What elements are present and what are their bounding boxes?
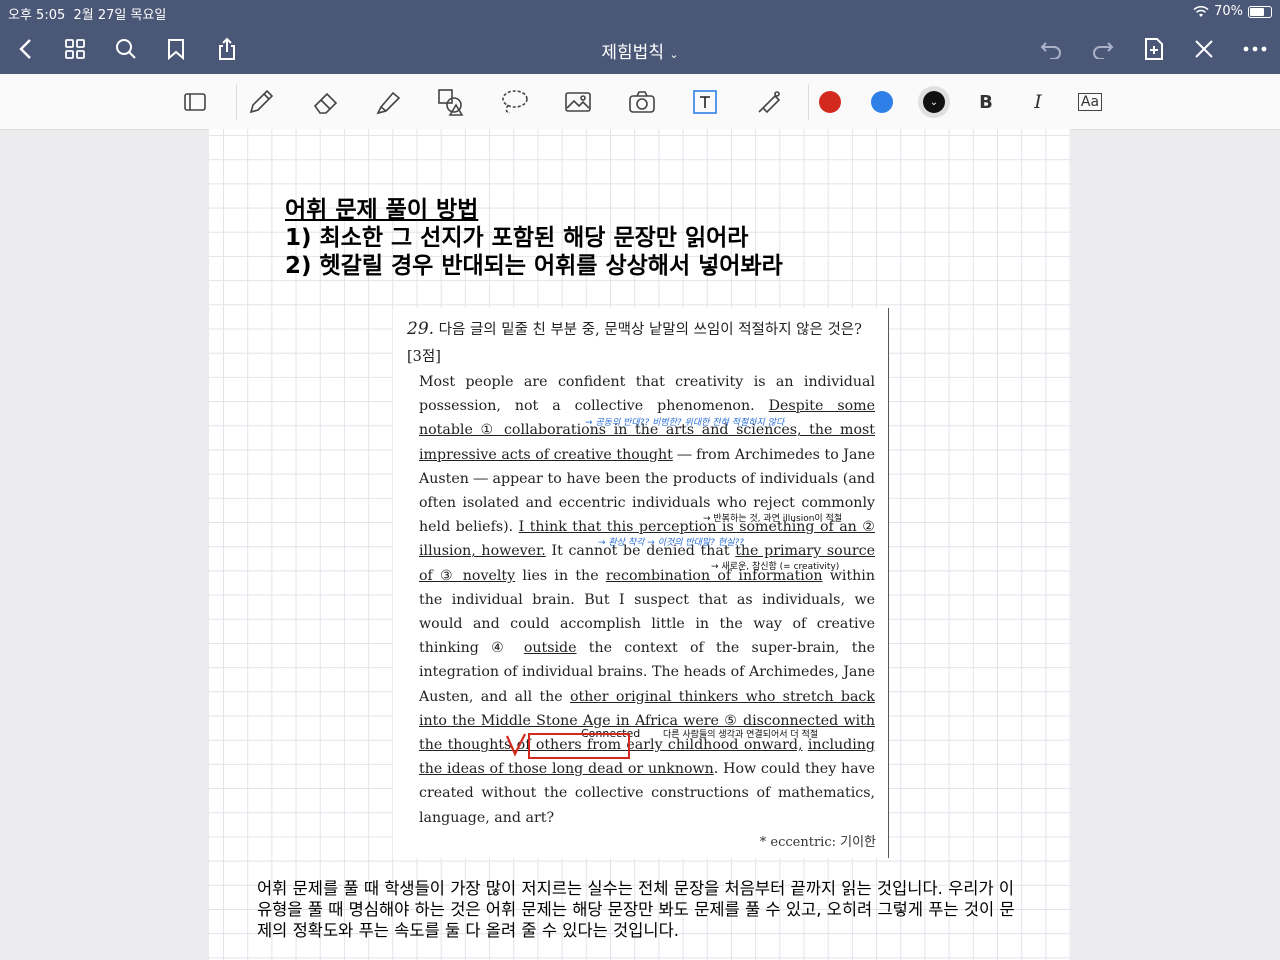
eraser-icon[interactable] (309, 86, 343, 118)
question-number: 29. (407, 319, 435, 339)
more-icon[interactable] (1240, 34, 1270, 64)
color-red-swatch[interactable] (813, 86, 847, 118)
handwritten-note-blue-2: → 환상 착각 → 이것의 반대말? 현실?? (598, 538, 744, 548)
handwritten-note-black-1: → 반복하는 것, 과연 illusion이 적절 (703, 514, 843, 524)
read-mode-icon[interactable] (178, 86, 212, 118)
camera-icon[interactable] (625, 86, 659, 118)
question-text: 다음 글의 밑줄 친 부분 중, 문맥상 낱말의 쓰임이 적절하지 않은 것은?… (407, 322, 862, 365)
handwritten-note-blue-1: → 공동의 반대?? 비범한? 위대한 전혀 적절하지 않다 (585, 418, 785, 428)
question-scan: 29. 다음 글의 밑줄 친 부분 중, 문맥상 낱말의 쓰임이 적절하지 않은… (393, 308, 889, 858)
note-rule-2: 2) 헷갈릴 경우 반대되는 어휘를 상상해서 넣어봐라 (285, 253, 783, 279)
nav-bar: 제힘법칙 ⌄ (0, 24, 1280, 74)
tool-bar: ⌄ B I Aa (0, 74, 1280, 130)
highlighter-icon[interactable] (371, 86, 405, 118)
pen-icon[interactable] (244, 86, 278, 118)
passage-text: Most people are confident that creativit… (419, 374, 876, 826)
lasso-icon[interactable] (498, 86, 532, 118)
bold-button[interactable]: B (969, 86, 1003, 118)
add-page-icon[interactable] (1139, 34, 1169, 64)
question-prompt: 29. 다음 글의 밑줄 친 부분 중, 문맥상 낱말의 쓰임이 적절하지 않은… (407, 316, 867, 371)
handwritten-note-black-3: 다른 사람들의 생각과 연결되어서 더 적절 (663, 730, 819, 740)
color-blue-swatch[interactable] (865, 86, 899, 118)
font-size-button[interactable]: Aa (1073, 86, 1107, 118)
footnote: * eccentric: 기이한 (759, 835, 876, 850)
italic-button[interactable]: I (1021, 86, 1055, 118)
image-icon[interactable] (561, 86, 595, 118)
status-date: 2월 27일 목요일 (73, 8, 167, 23)
redo-icon[interactable] (1088, 34, 1118, 64)
color-black-swatch[interactable]: ⌄ (917, 86, 951, 118)
status-time: 오후 5:05 (8, 8, 66, 23)
red-check-mark (505, 733, 630, 759)
text-tool-icon[interactable] (688, 86, 722, 118)
chevron-down-icon: ⌄ (669, 48, 679, 61)
shapes-icon[interactable] (434, 86, 468, 118)
battery-percent: 70% (1214, 4, 1243, 19)
wifi-icon (1193, 5, 1209, 17)
battery-icon (1248, 5, 1272, 18)
undo-icon[interactable] (1036, 34, 1066, 64)
explanation-text: 어휘 문제를 풀 때 학생들이 가장 많이 저지르는 실수는 전체 문장을 처음… (257, 879, 1015, 940)
status-bar: 오후 5:05 2월 27일 목요일 70% (0, 0, 1280, 24)
handwritten-note-black-2: → 새로운, 참신함 (= creativity) (711, 562, 840, 572)
close-edit-icon[interactable] (1189, 34, 1219, 64)
laser-pointer-icon[interactable] (752, 86, 786, 118)
